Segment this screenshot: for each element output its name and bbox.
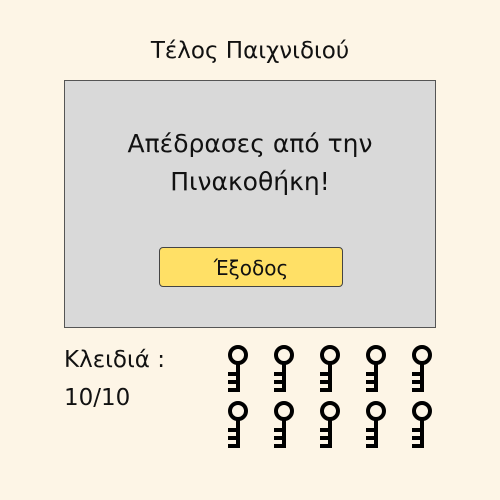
key-icon [408, 400, 436, 450]
key-icon [316, 400, 344, 450]
key-icon [224, 344, 252, 394]
key-icon [224, 400, 252, 450]
key-icon [270, 344, 298, 394]
keys-count: 10/10 [64, 385, 131, 411]
escape-message-line-2: Πινακοθήκη! [170, 167, 330, 196]
key-icon [362, 400, 390, 450]
key-icon [270, 400, 298, 450]
escape-message: Απέδρασες από την Πινακοθήκη! [65, 125, 435, 201]
keys-label: Κλειδιά : [64, 347, 165, 373]
page-title: Τέλος Παιχνιδιού [150, 38, 350, 64]
escape-message-line-1: Απέδρασες από την [127, 129, 373, 158]
key-icon [316, 344, 344, 394]
key-icon [362, 344, 390, 394]
exit-button[interactable]: Έξοδος [159, 247, 343, 287]
game-over-dialog: Απέδρασες από την Πινακοθήκη! Έξοδος [64, 80, 436, 328]
keys-grid [224, 344, 444, 452]
key-icon [408, 344, 436, 394]
